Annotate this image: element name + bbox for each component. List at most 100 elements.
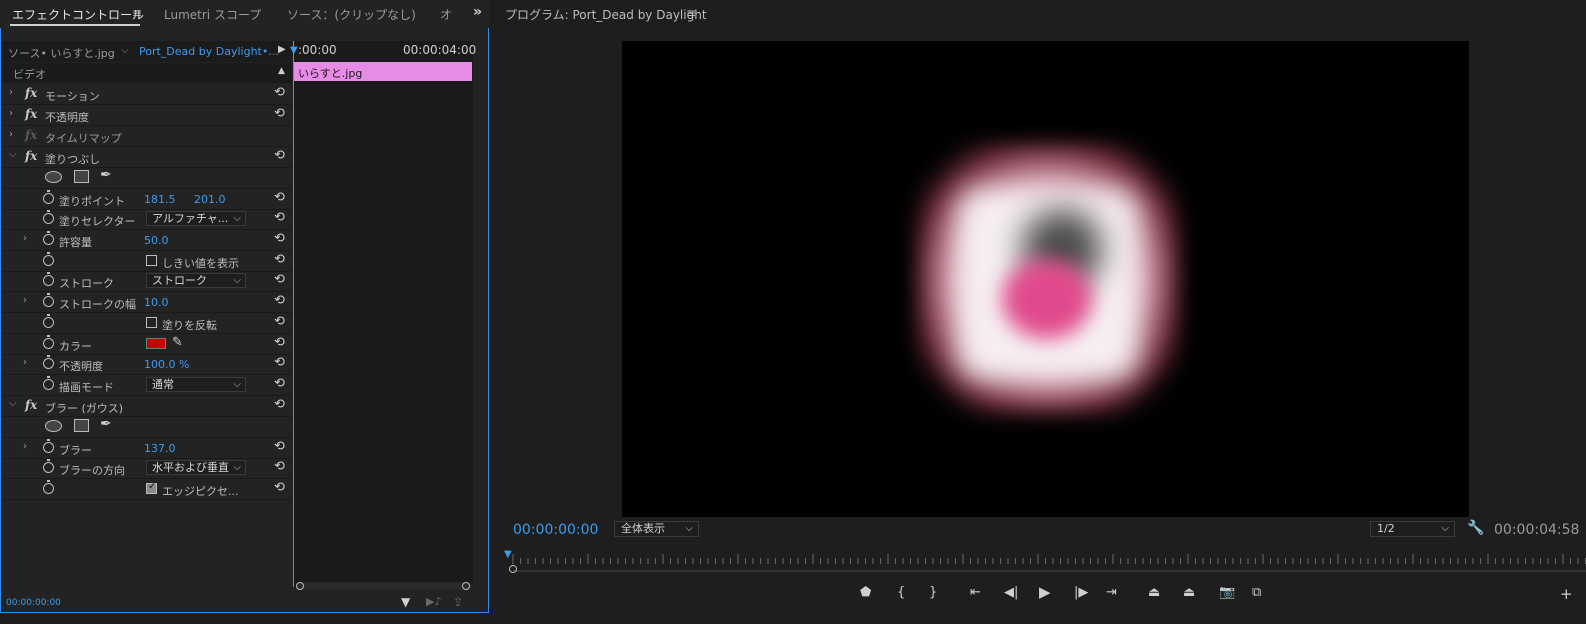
fx-icon[interactable]: fx xyxy=(25,107,37,121)
effect-row-time-remap[interactable]: › fx タイムリマップ xyxy=(2,126,292,147)
reset-icon[interactable]: ⟲ xyxy=(274,148,285,163)
program-current-timecode[interactable]: 00:00:00:00 xyxy=(513,522,598,538)
reset-icon[interactable]: ⟲ xyxy=(274,231,285,246)
fill-point-y-value[interactable]: 201.0 xyxy=(194,193,226,206)
stopwatch-icon[interactable] xyxy=(43,376,54,390)
effect-row-fill[interactable]: ⌵ fx 塗りつぶし ⟲ xyxy=(2,147,292,168)
mark-in-icon[interactable]: { xyxy=(897,585,905,600)
stopwatch-icon[interactable] xyxy=(43,293,54,307)
color-swatch[interactable] xyxy=(146,338,166,349)
reset-icon[interactable]: ⟲ xyxy=(274,314,285,329)
fill-selector-dropdown[interactable]: アルファチャ... ⌵ xyxy=(146,211,246,226)
tab-effect-controls[interactable]: エフェクトコントロール xyxy=(12,6,144,23)
play-triangle-icon[interactable]: ▶ xyxy=(278,44,286,55)
rectangle-mask-icon[interactable] xyxy=(74,419,89,432)
fx-icon[interactable]: fx xyxy=(25,86,37,100)
reset-icon[interactable]: ⟲ xyxy=(274,210,285,225)
reset-icon[interactable]: ⟲ xyxy=(274,376,285,391)
stroke-dropdown[interactable]: ストローク ⌵ xyxy=(146,273,246,288)
ellipse-mask-icon[interactable] xyxy=(45,171,62,183)
stopwatch-icon[interactable] xyxy=(43,459,54,473)
stopwatch-icon[interactable] xyxy=(43,439,54,453)
add-marker-icon[interactable]: ⬟ xyxy=(860,585,871,600)
stopwatch-icon[interactable] xyxy=(43,210,54,224)
wrench-icon[interactable]: 🔧 xyxy=(1467,520,1484,536)
blurriness-value[interactable]: 137.0 xyxy=(144,442,176,455)
extract-icon[interactable]: ⏏ xyxy=(1183,585,1195,600)
lift-icon[interactable]: ⏏ xyxy=(1148,585,1160,600)
reset-icon[interactable]: ⟲ xyxy=(274,293,285,308)
ellipse-mask-icon[interactable] xyxy=(45,420,62,432)
stopwatch-icon[interactable] xyxy=(43,190,54,204)
go-to-in-icon[interactable]: ⇤ xyxy=(970,585,981,600)
reset-icon[interactable]: ⟲ xyxy=(274,459,285,474)
invert-fill-checkbox[interactable] xyxy=(146,317,157,328)
rectangle-mask-icon[interactable] xyxy=(74,170,89,183)
stopwatch-icon[interactable] xyxy=(43,480,54,494)
chevron-down-icon[interactable]: ⌵ xyxy=(9,149,17,160)
reset-icon[interactable]: ⟲ xyxy=(274,335,285,350)
fx-icon[interactable]: fx xyxy=(25,149,37,163)
reset-icon[interactable]: ⟲ xyxy=(274,106,285,121)
chevron-right-icon[interactable]: › xyxy=(23,357,27,368)
scroll-handle-left[interactable] xyxy=(296,582,304,590)
sequence-label[interactable]: Port_Dead by Daylight•... xyxy=(139,45,279,58)
blend-mode-dropdown[interactable]: 通常 ⌵ xyxy=(146,377,246,392)
export-icon[interactable]: ⇪ xyxy=(453,595,463,609)
effect-row-opacity[interactable]: › fx 不透明度 ⟲ xyxy=(2,105,292,126)
comparison-view-icon[interactable]: ⧉ xyxy=(1252,585,1261,600)
program-video-frame[interactable] xyxy=(622,41,1469,517)
chevron-right-icon[interactable]: › xyxy=(23,295,27,306)
mark-out-icon[interactable]: } xyxy=(929,585,937,600)
pen-mask-icon[interactable]: ✒ xyxy=(100,416,112,432)
reset-icon[interactable]: ⟲ xyxy=(274,252,285,267)
show-threshold-checkbox[interactable] xyxy=(146,255,157,266)
play-icon[interactable]: ▶ xyxy=(1039,583,1051,601)
chevron-right-icon[interactable]: › xyxy=(9,108,13,119)
stroke-width-value[interactable]: 10.0 xyxy=(144,296,169,309)
pen-mask-icon[interactable]: ✒ xyxy=(100,167,112,183)
chevron-right-icon[interactable]: › xyxy=(23,441,27,452)
go-to-out-icon[interactable]: ⇥ xyxy=(1106,585,1117,600)
reset-icon[interactable]: ⟲ xyxy=(274,85,285,100)
fill-opacity-value[interactable]: 100.0 % xyxy=(144,358,189,371)
reset-icon[interactable]: ⟲ xyxy=(274,397,285,412)
panel-menu-icon[interactable]: ≡ xyxy=(132,6,142,20)
export-frame-icon[interactable]: 📷 xyxy=(1219,585,1235,600)
chevron-down-icon[interactable]: ⌵ xyxy=(121,45,129,56)
program-time-ruler[interactable] xyxy=(507,552,1586,566)
program-menu-icon[interactable]: ≡ xyxy=(686,6,696,20)
chevron-right-icon[interactable]: › xyxy=(9,87,13,98)
fill-point-x-value[interactable]: 181.5 xyxy=(144,193,176,206)
mini-timeline[interactable] xyxy=(293,41,473,587)
reset-icon[interactable]: ⟲ xyxy=(274,439,285,454)
chevron-down-icon[interactable]: ⌵ xyxy=(9,398,17,409)
tab-source[interactable]: ソース：(クリップなし) xyxy=(287,6,416,23)
collapse-up-icon[interactable]: ▲ xyxy=(278,66,285,76)
stopwatch-icon[interactable] xyxy=(43,314,54,328)
eyedropper-icon[interactable]: ✎ xyxy=(172,335,183,350)
repeat-edge-checkbox[interactable]: ✓ xyxy=(146,481,157,494)
reset-icon[interactable]: ⟲ xyxy=(274,272,285,287)
tab-audio[interactable]: オ xyxy=(440,6,452,23)
step-forward-icon[interactable]: |▶ xyxy=(1074,585,1088,600)
reset-icon[interactable]: ⟲ xyxy=(274,480,285,495)
program-playhead-icon[interactable]: ▼ xyxy=(504,549,512,560)
reset-icon[interactable]: ⟲ xyxy=(274,355,285,370)
reset-icon[interactable]: ⟲ xyxy=(274,190,285,205)
effect-row-motion[interactable]: › fx モーション ⟲ xyxy=(2,84,292,105)
stopwatch-icon[interactable] xyxy=(43,335,54,349)
program-zoom-scrollbar[interactable] xyxy=(507,568,1586,574)
stopwatch-icon[interactable] xyxy=(43,231,54,245)
left-footer-timecode[interactable]: 00:00:00:00 xyxy=(6,598,61,608)
add-button-icon[interactable]: + xyxy=(1560,585,1573,603)
tolerance-value[interactable]: 50.0 xyxy=(144,234,169,247)
overflow-chevron-icon[interactable]: » xyxy=(473,4,482,20)
effect-row-gaussian-blur[interactable]: ⌵ fx ブラー (ガウス) ⟲ xyxy=(2,396,292,417)
stopwatch-icon[interactable] xyxy=(43,252,54,266)
blur-direction-dropdown[interactable]: 水平および垂直 ⌵ xyxy=(146,460,246,475)
filter-icon[interactable]: ▼ xyxy=(401,595,410,609)
timeline-clip[interactable]: いらすと.jpg xyxy=(294,62,472,81)
zoom-dropdown[interactable]: 全体表示 ⌵ xyxy=(614,521,699,537)
stopwatch-icon[interactable] xyxy=(43,272,54,286)
